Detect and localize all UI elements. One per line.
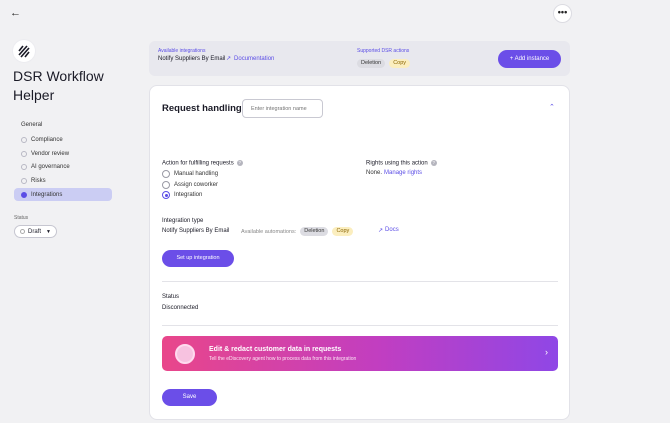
collapse-chevron-icon[interactable]: ⌃: [549, 103, 555, 111]
status-heading: Status: [162, 294, 180, 300]
action-label-text: Action for fulfilling requests: [162, 160, 234, 167]
action-label: Action for fulfilling requests?: [162, 160, 243, 167]
sidebar-item-label: Compliance: [31, 136, 63, 143]
app-logo: [13, 40, 35, 62]
action-chip: Copy: [389, 59, 411, 68]
available-automations: Available automations: Deletion Copy: [241, 227, 354, 236]
documentation-link-label: Documentation: [234, 55, 275, 62]
status-dropdown[interactable]: Draft ▼: [14, 225, 57, 238]
sidebar-item-integrations[interactable]: Integrations: [14, 188, 112, 201]
sidebar-item-label: Vendor review: [31, 150, 70, 157]
status-label: Status: [14, 215, 29, 221]
help-icon: ?: [236, 160, 243, 166]
card-title: Request handling: [162, 103, 242, 114]
divider: [162, 325, 558, 326]
radio-label: Manual handling: [174, 171, 219, 177]
check-circle-icon: [21, 136, 27, 143]
banner-title: Edit & redact customer data in requests: [209, 346, 342, 353]
radio-integration[interactable]: Integration: [162, 191, 202, 199]
radio-assign-coworker[interactable]: Assign coworker: [162, 181, 218, 189]
radio-label: Assign coworker: [174, 182, 219, 188]
docs-link-label: Docs: [385, 227, 399, 233]
radio-label: Integration: [174, 192, 203, 198]
back-arrow-icon[interactable]: ←: [10, 7, 24, 19]
integration-type-label: Integration type: [162, 218, 204, 224]
striped-logo-icon: [18, 45, 30, 58]
sidebar-item-vendor-review[interactable]: Vendor review: [14, 147, 112, 160]
available-integrations-label: Available integrations: [158, 48, 206, 54]
connection-status: Disconnected: [162, 305, 199, 311]
radio-selected-icon[interactable]: [162, 191, 170, 199]
chevron-right-icon[interactable]: ›: [545, 347, 548, 357]
automations-label: Available automations:: [241, 228, 297, 235]
rights-value: None. Manage rights: [366, 170, 422, 176]
radio-icon[interactable]: [162, 170, 170, 178]
sidebar-item-label: Integrations: [31, 191, 63, 198]
app-title: DSR Workflow Helper: [13, 68, 104, 103]
vendor-icon: [21, 150, 27, 157]
integration-name-input[interactable]: [242, 99, 323, 118]
external-link-icon: ↗: [378, 228, 384, 234]
risk-icon: [21, 177, 27, 184]
manage-rights-link[interactable]: Manage rights: [384, 170, 422, 176]
sidebar-item-risks[interactable]: Risks: [14, 174, 112, 187]
supported-actions: Deletion Copy: [357, 59, 411, 68]
sidebar-item-label: Risks: [31, 177, 46, 184]
documentation-link[interactable]: ↗ Documentation: [226, 55, 275, 63]
sidebar-item-compliance[interactable]: Compliance: [14, 133, 112, 146]
radio-manual-handling[interactable]: Manual handling: [162, 170, 218, 178]
draft-dot-icon: [20, 229, 25, 234]
rights-label-text: Rights using this action: [366, 160, 428, 167]
add-instance-button[interactable]: + Add instance: [498, 50, 561, 68]
save-button[interactable]: Save: [162, 389, 217, 406]
status-value: Draft: [28, 228, 42, 235]
rights-label: Rights using this action?: [366, 160, 437, 167]
radio-icon[interactable]: [162, 181, 170, 189]
ai-icon: [21, 163, 27, 170]
setup-integration-button[interactable]: Set up integration: [162, 250, 234, 267]
help-icon: ?: [430, 160, 437, 166]
automation-chip: Copy: [332, 227, 354, 236]
external-link-icon: ↗: [226, 56, 232, 62]
sidebar-item-label: AI governance: [31, 163, 70, 170]
integration-name: Notify Suppliers By Email: [158, 56, 226, 62]
banner-subtitle: Tell the eDiscovery agent how to process…: [209, 356, 357, 362]
docs-link[interactable]: ↗ Docs: [378, 227, 399, 234]
integration-type-value: Notify Suppliers By Email: [162, 228, 230, 234]
automation-chip: Deletion: [300, 227, 329, 236]
plug-icon: [21, 191, 27, 198]
sidebar-item-ai-governance[interactable]: AI governance: [14, 160, 112, 173]
divider: [162, 281, 558, 282]
more-options-icon[interactable]: •••: [553, 4, 572, 23]
supported-dsr-label: Supported DSR actions: [357, 48, 410, 54]
caret-down-icon: ▼: [46, 228, 51, 235]
rights-none: None.: [366, 170, 383, 176]
ediscovery-agent-icon: [175, 344, 195, 364]
sidebar-heading: General: [21, 122, 43, 128]
redact-data-banner[interactable]: [162, 336, 558, 371]
action-chip: Deletion: [357, 59, 386, 68]
